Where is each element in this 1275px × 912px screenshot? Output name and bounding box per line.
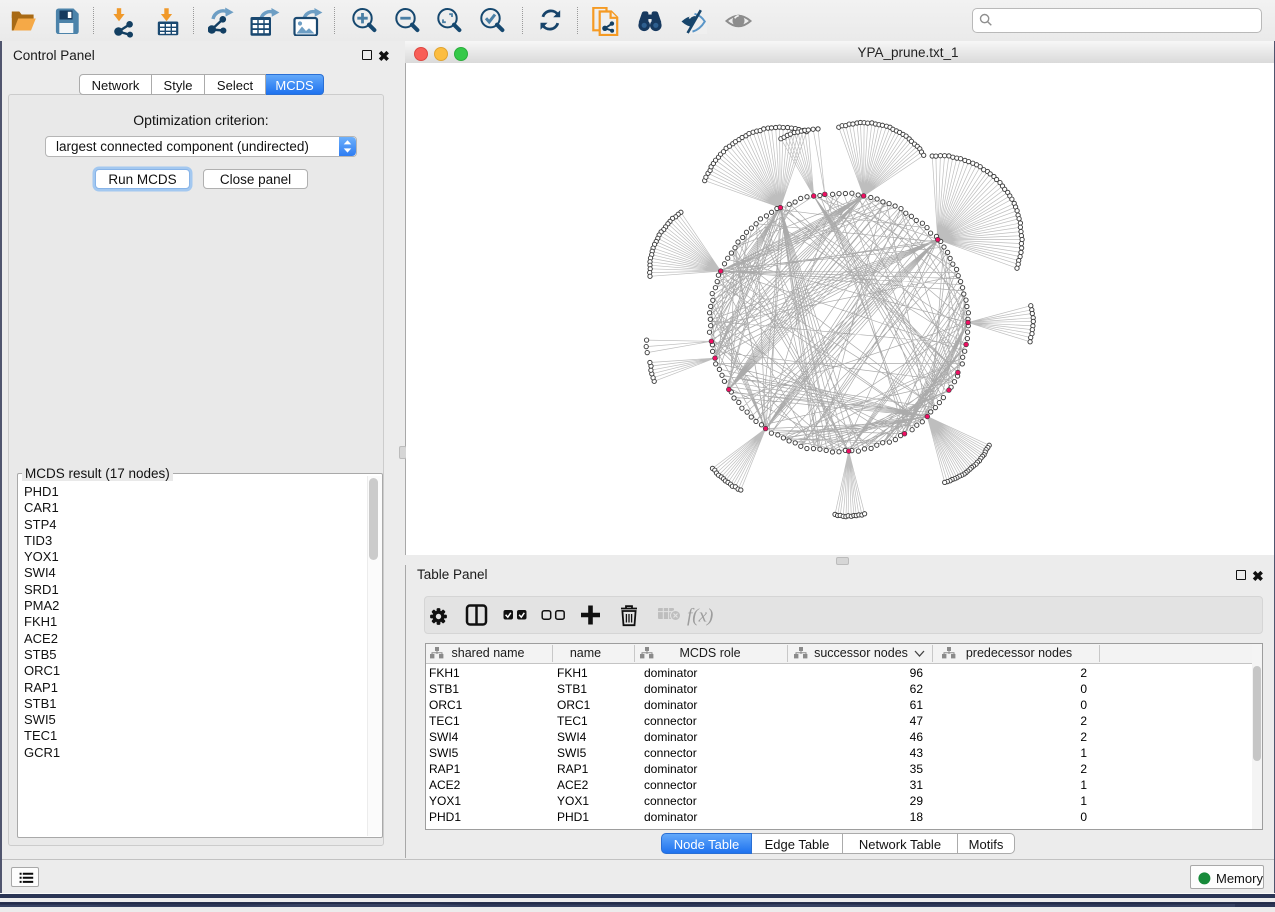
svg-text:f(x): f(x) bbox=[687, 606, 713, 627]
